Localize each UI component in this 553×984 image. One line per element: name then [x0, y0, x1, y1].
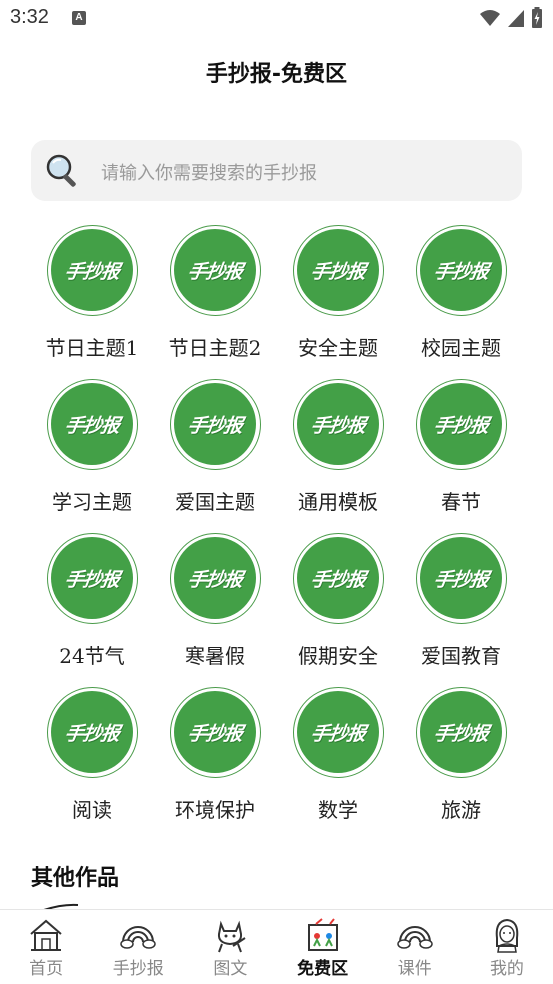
category-item[interactable]: 手抄报 阅读	[31, 684, 153, 834]
shouchaobao-badge-icon: 手抄报	[47, 225, 138, 316]
status-bar: 3:32 A	[0, 0, 553, 40]
badge-text: 手抄报	[432, 722, 490, 745]
category-item[interactable]: 手抄报 24节气	[31, 530, 153, 680]
shouchaobao-badge-icon: 手抄报	[47, 533, 138, 624]
shouchaobao-badge-icon: 手抄报	[293, 379, 384, 470]
cat-icon	[211, 916, 249, 954]
shouchaobao-badge-icon: 手抄报	[416, 379, 507, 470]
category-label: 节日主题1	[45, 336, 139, 360]
badge-text: 手抄报	[186, 568, 244, 591]
category-label: 旅游	[441, 798, 481, 822]
category-item[interactable]: 手抄报 爱国教育	[400, 530, 522, 680]
category-label: 节日主题2	[168, 336, 262, 360]
status-time: 3:32	[10, 6, 49, 28]
category-item[interactable]: 手抄报 旅游	[400, 684, 522, 834]
category-item[interactable]: 手抄报 学习主题	[31, 376, 153, 526]
page-title: 手抄报-免费区	[205, 62, 348, 87]
category-label: 数学	[318, 798, 358, 822]
category-label: 校园主题	[421, 336, 501, 360]
kids-drawing-icon	[304, 916, 342, 954]
badge-text: 手抄报	[186, 260, 244, 283]
category-label: 24节气	[59, 644, 125, 668]
rainbow-icon	[119, 916, 157, 954]
category-label: 寒暑假	[185, 644, 245, 668]
notification-a-icon: A	[72, 11, 86, 25]
shouchaobao-badge-icon: 手抄报	[293, 533, 384, 624]
badge-text: 手抄报	[63, 722, 121, 745]
shouchaobao-badge-icon: 手抄报	[170, 533, 261, 624]
category-item[interactable]: 手抄报 校园主题	[400, 222, 522, 372]
category-item[interactable]: 手抄报 假期安全	[277, 530, 399, 680]
category-item[interactable]: 手抄报 寒暑假	[154, 530, 276, 680]
category-label: 通用模板	[298, 490, 378, 514]
shouchaobao-badge-icon: 手抄报	[416, 225, 507, 316]
rainbow-icon	[396, 916, 434, 954]
shouchaobao-badge-icon: 手抄报	[416, 533, 507, 624]
tab-cat[interactable]: 图文	[184, 910, 276, 984]
badge-text: 手抄报	[186, 722, 244, 745]
battery-icon	[532, 7, 542, 28]
bottom-tab-bar: 首页 手抄报 图文 免费区 课件 我的	[0, 909, 553, 984]
shouchaobao-badge-icon: 手抄报	[47, 379, 138, 470]
magnifier-search-icon	[46, 154, 76, 187]
category-label: 阅读	[72, 798, 112, 822]
shouchaobao-badge-icon: 手抄报	[170, 225, 261, 316]
other-works-title: 其他作品	[31, 866, 120, 891]
category-item[interactable]: 手抄报 数学	[277, 684, 399, 834]
shouchaobao-badge-icon: 手抄报	[416, 687, 507, 778]
badge-text: 手抄报	[63, 260, 121, 283]
tab-rainbow[interactable]: 课件	[369, 910, 461, 984]
wifi-icon	[480, 10, 500, 26]
category-item[interactable]: 手抄报 安全主题	[277, 222, 399, 372]
category-item[interactable]: 手抄报 通用模板	[277, 376, 399, 526]
category-label: 学习主题	[52, 490, 132, 514]
tab-label: 手抄报	[112, 959, 164, 979]
house-icon	[27, 916, 65, 954]
search-bar[interactable]: 请输入你需要搜索的手抄报	[31, 140, 522, 201]
status-icons	[479, 7, 543, 29]
badge-text: 手抄报	[309, 568, 367, 591]
category-label: 安全主题	[298, 336, 378, 360]
badge-text: 手抄报	[63, 414, 121, 437]
category-label: 爱国主题	[175, 490, 255, 514]
badge-text: 手抄报	[309, 414, 367, 437]
category-item[interactable]: 手抄报 环境保护	[154, 684, 276, 834]
girl-icon	[488, 916, 526, 954]
category-label: 环境保护	[175, 798, 255, 822]
category-item[interactable]: 手抄报 爱国主题	[154, 376, 276, 526]
badge-text: 手抄报	[63, 568, 121, 591]
category-item[interactable]: 手抄报节日主题2	[154, 222, 276, 372]
shouchaobao-badge-icon: 手抄报	[47, 687, 138, 778]
badge-text: 手抄报	[432, 414, 490, 437]
signal-icon	[508, 10, 524, 27]
tab-girl[interactable]: 我的	[461, 910, 553, 984]
tab-label: 课件	[397, 959, 432, 979]
category-label: 春节	[441, 490, 481, 514]
tab-house[interactable]: 首页	[0, 910, 92, 984]
tab-label: 首页	[29, 959, 64, 979]
shouchaobao-badge-icon: 手抄报	[293, 687, 384, 778]
shouchaobao-badge-icon: 手抄报	[170, 687, 261, 778]
tab-label: 我的	[489, 959, 524, 979]
category-label: 爱国教育	[421, 644, 501, 668]
search-input[interactable]: 请输入你需要搜索的手抄报	[101, 159, 317, 185]
badge-text: 手抄报	[186, 414, 244, 437]
badge-text: 手抄报	[432, 260, 490, 283]
tab-label: 图文	[213, 959, 248, 979]
shouchaobao-badge-icon: 手抄报	[170, 379, 261, 470]
badge-text: 手抄报	[432, 568, 490, 591]
badge-text: 手抄报	[309, 260, 367, 283]
badge-text: 手抄报	[309, 722, 367, 745]
tab-kids-drawing[interactable]: 免费区	[277, 910, 369, 984]
category-item[interactable]: 手抄报 春节	[400, 376, 522, 526]
tab-label: 免费区	[297, 959, 349, 979]
category-item[interactable]: 手抄报节日主题1	[31, 222, 153, 372]
shouchaobao-badge-icon: 手抄报	[293, 225, 384, 316]
tab-rainbow[interactable]: 手抄报	[92, 910, 184, 984]
category-label: 假期安全	[298, 644, 378, 668]
